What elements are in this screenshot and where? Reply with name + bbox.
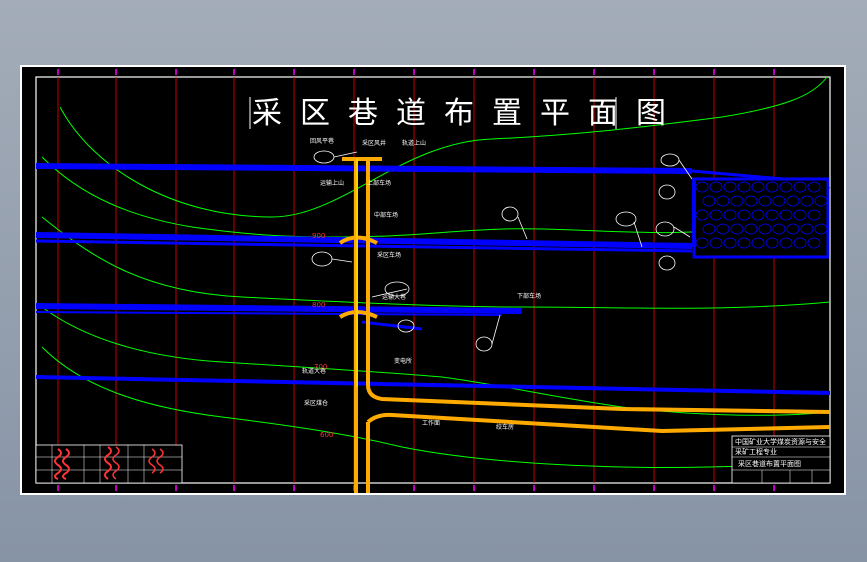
title-char: 布 bbox=[444, 96, 474, 131]
title-block-line2: 采矿工程专业 bbox=[735, 447, 777, 456]
viewport-background: 回风平巷 采区风井 轨道上山 运输上山 上部车场 中部车场 采区车场 运输大巷 轨道大巷 采区煤仓… bbox=[0, 0, 867, 562]
annotation-label: 下部车场 bbox=[517, 292, 541, 300]
title-block: 中国矿业大学煤炭资源与安全 采矿工程专业 采区巷道布置平面图 bbox=[731, 435, 831, 484]
working-face bbox=[692, 177, 830, 259]
title-char: 采 bbox=[252, 96, 282, 131]
title-char: 道 bbox=[396, 96, 426, 131]
annotation-label: 回风平巷 bbox=[310, 137, 334, 145]
annotation-label: 绞车房 bbox=[496, 423, 514, 431]
title-char: 区 bbox=[300, 96, 330, 131]
drawing-title: 采区巷道布置平面图 bbox=[252, 96, 666, 131]
title-block-line1: 中国矿业大学煤炭资源与安全 bbox=[735, 437, 826, 446]
title-char: 面 bbox=[588, 96, 618, 131]
elevation-label: 900 bbox=[312, 232, 325, 240]
annotation-label: 采区车场 bbox=[377, 251, 401, 259]
annotation-label: 上部车场 bbox=[367, 179, 391, 187]
annotation-label: 变电所 bbox=[394, 357, 412, 365]
annotation-label: 运输大巷 bbox=[382, 293, 406, 301]
title-char: 平 bbox=[540, 96, 570, 131]
annotation-label: 采区煤仓 bbox=[304, 399, 328, 407]
title-char: 图 bbox=[636, 96, 666, 131]
title-char: 巷 bbox=[348, 96, 378, 131]
annotation-label: 运输上山 bbox=[320, 179, 344, 187]
annotation-label: 采区风井 bbox=[362, 139, 386, 147]
legend-table bbox=[35, 444, 183, 484]
elevation-label: 600 bbox=[320, 431, 333, 439]
cad-drawing: 回风平巷 采区风井 轨道上山运输上山 上部车场中部车场采区车场运输大巷轨道大巷采区煤仓… bbox=[22, 67, 844, 493]
elevation-label: 700 bbox=[314, 363, 327, 371]
annotation-label: 工作面 bbox=[422, 419, 440, 427]
annotation-label: 中部车场 bbox=[374, 211, 398, 219]
elevation-label: 800 bbox=[312, 301, 325, 309]
annotation-label: 轨道上山 bbox=[402, 139, 426, 147]
title-char: 置 bbox=[492, 96, 522, 131]
goaf-area bbox=[692, 177, 830, 259]
title-block-line3: 采区巷道布置平面图 bbox=[738, 459, 801, 468]
